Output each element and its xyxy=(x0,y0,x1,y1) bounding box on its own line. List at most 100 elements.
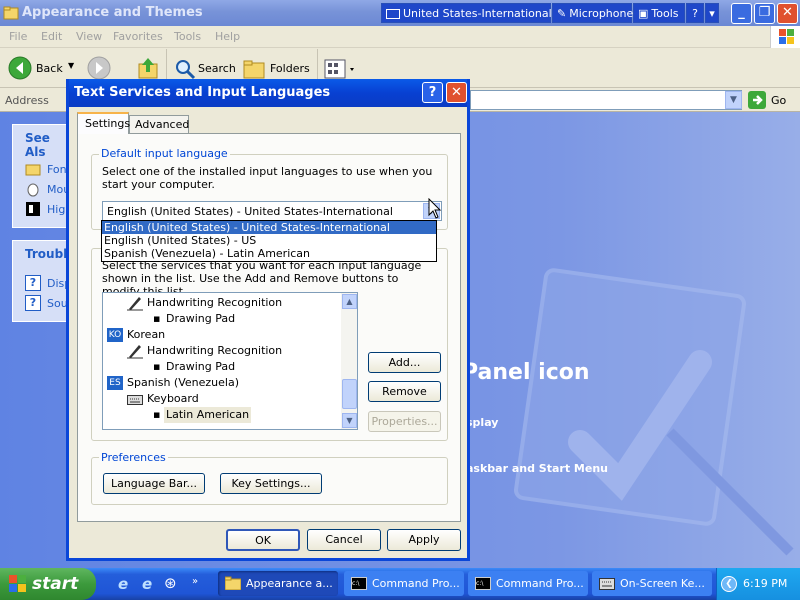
chevron-down-icon: ▼ xyxy=(68,61,75,70)
ok-button[interactable]: OK xyxy=(226,529,300,551)
menu-view[interactable]: View xyxy=(76,30,102,43)
folders-icon xyxy=(243,60,265,79)
language-code-icon: KO xyxy=(107,328,123,342)
pen-icon xyxy=(127,295,143,311)
language-bar-microphone[interactable]: ✎ Microphone xyxy=(552,3,633,23)
internet-explorer-icon[interactable]: e xyxy=(118,575,128,593)
windows-logo-icon xyxy=(770,26,800,48)
address-dropdown-button[interactable]: ▼ xyxy=(725,91,742,109)
go-arrow-icon xyxy=(748,91,766,109)
keyboard-icon xyxy=(127,393,143,405)
microphone-icon: ✎ xyxy=(557,7,567,20)
up-folder-icon xyxy=(138,58,158,79)
default-language-select[interactable]: English (United States) - United States-… xyxy=(102,201,442,221)
text-services-dialog: Text Services and Input Languages ? ✕ Se… xyxy=(66,79,470,561)
back-arrow-icon xyxy=(8,56,32,80)
bullet-icon: ▪ xyxy=(153,408,161,421)
tab-advanced[interactable]: Advanced xyxy=(129,115,189,133)
task-command-prompt[interactable]: c:\ Command Pro... xyxy=(344,571,464,596)
task-command-prompt[interactable]: c:\ Command Pro... xyxy=(468,571,588,596)
command-prompt-icon: c:\ xyxy=(475,577,491,590)
scroll-up-icon[interactable]: ▲ xyxy=(342,294,357,309)
dialog-titlebar[interactable]: Text Services and Input Languages ? ✕ xyxy=(69,79,467,107)
see-also-title: See Als xyxy=(25,131,50,159)
menu-bar: File Edit View Favorites Tools Help xyxy=(0,26,800,48)
minimize-button[interactable]: _ xyxy=(731,3,752,24)
forward-arrow-icon xyxy=(87,56,111,80)
address-label: Address xyxy=(5,94,49,107)
bullet-icon: ▪ xyxy=(153,312,161,325)
key-settings-button[interactable]: Key Settings... xyxy=(220,473,322,494)
tools-icon: ▣ xyxy=(638,7,649,20)
task-appearance[interactable]: Appearance a... xyxy=(218,571,338,596)
views-button[interactable] xyxy=(323,58,357,80)
system-tray: ❮ 6:19 PM xyxy=(716,568,800,600)
troubleshooters-panel: Trouble ? Disp ? Sou xyxy=(12,240,75,322)
dialog-close-button[interactable]: ✕ xyxy=(446,82,467,103)
pen-icon xyxy=(127,343,143,359)
add-button[interactable]: Add... xyxy=(368,352,441,373)
dialog-help-button[interactable]: ? xyxy=(422,82,443,103)
menu-tools[interactable]: Tools xyxy=(174,30,201,43)
language-bar-options-icon[interactable]: ▾ xyxy=(705,3,719,23)
troubleshooter-sound-link[interactable]: Sou xyxy=(47,297,68,310)
dropdown-option[interactable]: English (United States) - US xyxy=(102,234,436,247)
high-contrast-icon xyxy=(25,201,41,217)
default-language-description: Select one of the installed input langua… xyxy=(102,165,433,191)
task-on-screen-keyboard[interactable]: On-Screen Ke... xyxy=(592,571,712,596)
folder-icon xyxy=(225,576,241,590)
language-bar-language[interactable]: United States-International xyxy=(381,3,552,23)
preferences-legend: Preferences xyxy=(99,451,168,464)
see-also-fonts-link[interactable]: Fon xyxy=(47,163,67,176)
keyboard-icon xyxy=(599,578,615,590)
start-button[interactable]: start xyxy=(0,568,96,600)
list-scrollbar[interactable]: ▲ ▼ xyxy=(341,293,357,429)
folder-icon xyxy=(3,5,19,21)
dropdown-option-selected[interactable]: English (United States) - United States-… xyxy=(102,221,436,234)
go-button[interactable]: Go xyxy=(747,90,795,110)
apply-button[interactable]: Apply xyxy=(387,529,461,551)
settings-tab-page: Default input language Select one of the… xyxy=(77,133,461,522)
menu-edit[interactable]: Edit xyxy=(41,30,62,43)
cancel-button[interactable]: Cancel xyxy=(307,529,381,551)
language-bar-button[interactable]: Language Bar... xyxy=(103,473,205,494)
media-player-icon[interactable]: ⊛ xyxy=(164,574,177,592)
scroll-down-icon[interactable]: ▼ xyxy=(342,413,357,428)
menu-help[interactable]: Help xyxy=(215,30,240,43)
properties-button[interactable]: Properties... xyxy=(368,411,441,432)
language-bar-tools[interactable]: ▣ Tools xyxy=(633,3,685,23)
language-bar-help-button[interactable]: ? xyxy=(686,3,704,23)
default-language-dropdown-list[interactable]: English (United States) - United States-… xyxy=(101,220,437,262)
dialog-title: Text Services and Input Languages xyxy=(74,85,331,100)
remove-button[interactable]: Remove xyxy=(368,381,441,402)
clock[interactable]: 6:19 PM xyxy=(743,577,787,590)
control-panel-watermark-icon xyxy=(514,268,794,556)
command-prompt-icon: c:\ xyxy=(351,577,367,590)
see-also-panel: See Als Fon Mou High xyxy=(12,124,72,228)
chevron-right-icon[interactable]: » xyxy=(192,576,198,587)
windows-flag-icon xyxy=(9,575,26,592)
installed-services-list[interactable]: Handwriting Recognition ▪ Drawing Pad KO… xyxy=(102,292,358,430)
maximize-button[interactable]: ❐ xyxy=(754,3,775,24)
show-hidden-icons-button[interactable]: ❮ xyxy=(721,576,737,592)
language-code-icon: ES xyxy=(107,376,123,390)
tab-settings[interactable]: Settings xyxy=(77,112,130,134)
background-link-display[interactable]: splay xyxy=(466,416,498,429)
address-input[interactable] xyxy=(470,90,742,110)
menu-file[interactable]: File xyxy=(9,30,27,43)
mouse-cursor-icon xyxy=(428,198,442,219)
background-link-taskbar[interactable]: askbar and Start Menu xyxy=(466,462,608,475)
window-title: Appearance and Themes xyxy=(22,5,203,20)
quick-launch: e e ⊛ » xyxy=(112,568,212,600)
bullet-icon: ▪ xyxy=(153,360,161,373)
menu-favorites[interactable]: Favorites xyxy=(113,30,163,43)
close-button[interactable]: ✕ xyxy=(777,3,798,24)
dropdown-option[interactable]: Spanish (Venezuela) - Latin American xyxy=(102,247,436,260)
services-tree: Handwriting Recognition ▪ Drawing Pad KO… xyxy=(107,295,283,423)
scrollbar-thumb[interactable] xyxy=(342,379,357,409)
help-icon: ? xyxy=(25,295,41,311)
internet-explorer-icon[interactable]: e xyxy=(142,575,152,593)
background-heading: Panel icon xyxy=(462,360,590,385)
window-titlebar[interactable]: Appearance and Themes United States-Inte… xyxy=(0,0,800,26)
views-icon xyxy=(324,59,354,79)
